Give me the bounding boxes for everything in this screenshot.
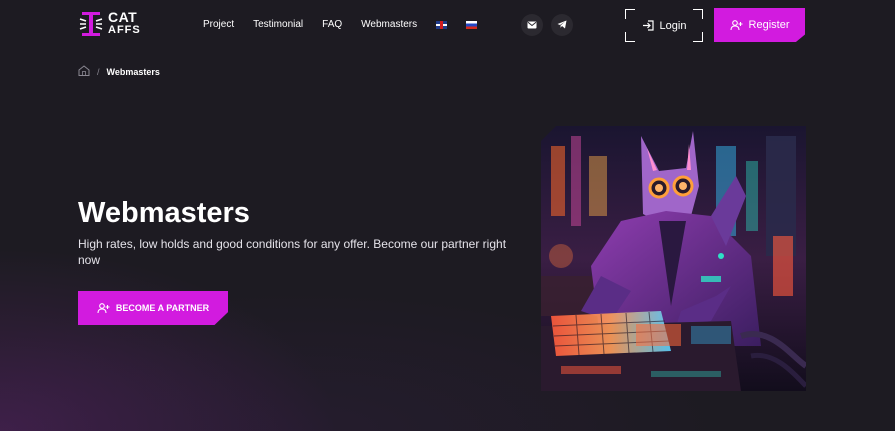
logo-text: CAT AFFS: [108, 9, 141, 37]
home-icon[interactable]: [78, 65, 90, 78]
telegram-icon: [557, 16, 567, 34]
logo-line-2: AFFS: [108, 24, 141, 36]
page-title: Webmasters: [78, 197, 250, 229]
cyber-cat-illustration: [541, 126, 806, 391]
become-partner-button[interactable]: BECOME A PARTNER: [78, 291, 228, 325]
add-user-icon: [97, 302, 110, 314]
register-button[interactable]: Register: [714, 8, 805, 42]
mail-icon: [527, 16, 537, 34]
nav-faq[interactable]: FAQ: [322, 19, 342, 30]
logo-line-1: CAT: [108, 9, 138, 25]
login-label: Login: [659, 19, 687, 32]
login-corner-bl: [625, 32, 635, 42]
cta-label: BECOME A PARTNER: [115, 303, 210, 313]
add-user-icon: [729, 19, 743, 31]
telegram-button[interactable]: [551, 14, 573, 36]
hero-subtitle: High rates, low holds and good condition…: [78, 237, 507, 267]
cat-logo-icon: [78, 9, 104, 39]
nav-webmasters[interactable]: Webmasters: [361, 19, 417, 30]
breadcrumb-separator: /: [97, 66, 100, 77]
breadcrumb-current: Webmasters: [106, 66, 160, 77]
login-corner-tr: [693, 9, 703, 19]
site-header: CAT AFFS Project Testimonial FAQ Webmast…: [0, 0, 895, 50]
logo[interactable]: CAT AFFS: [78, 9, 158, 39]
breadcrumb: / Webmasters: [78, 65, 160, 78]
nav-project[interactable]: Project: [203, 19, 234, 30]
uk-flag-icon[interactable]: [436, 20, 448, 29]
mail-button[interactable]: [521, 14, 543, 36]
register-label: Register: [748, 19, 790, 31]
nav-testimonial[interactable]: Testimonial: [253, 19, 303, 30]
login-button[interactable]: Login: [625, 9, 703, 42]
main-nav: Project Testimonial FAQ Webmasters: [203, 19, 496, 30]
login-corner-tl: [625, 9, 635, 19]
ru-flag-icon[interactable]: [466, 20, 478, 29]
login-corner-br: [693, 32, 703, 42]
login-icon: [642, 20, 654, 31]
